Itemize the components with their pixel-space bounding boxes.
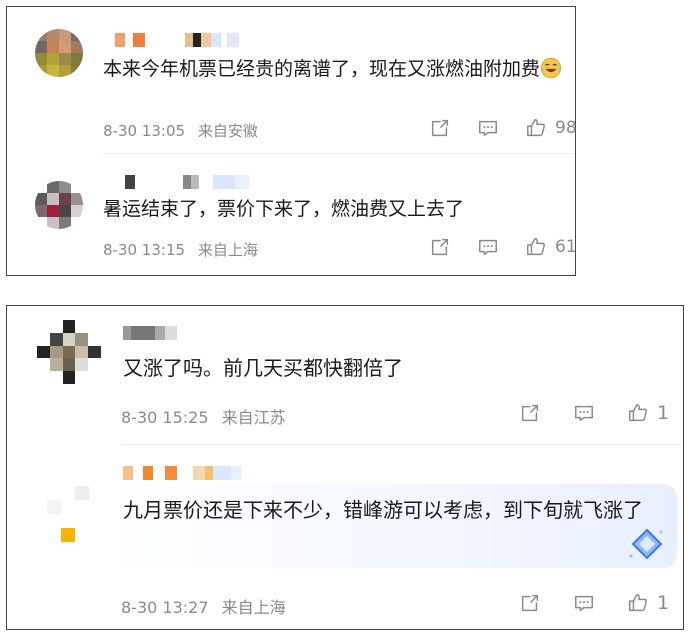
comment-meta: 8-30 13:05 来自安徽 xyxy=(103,120,258,141)
comment-actions: 98 xyxy=(427,115,577,141)
like-count: 1 xyxy=(657,592,670,614)
avatar[interactable] xyxy=(37,320,101,384)
comment-time: 8-30 13:15 xyxy=(103,241,186,259)
username[interactable] xyxy=(115,33,239,47)
comment-text-content: 本来今年机票已经贵的离谱了，现在又涨燃油附加费 xyxy=(103,58,541,80)
share-icon[interactable] xyxy=(517,400,543,426)
share-icon[interactable] xyxy=(427,234,453,260)
divider xyxy=(121,444,683,445)
comment-time: 8-30 13:05 xyxy=(103,122,186,140)
like-count: 61 xyxy=(555,237,577,257)
comment-card-2: 又涨了吗。前几天买都快翻倍了 8-30 15:25 来自江苏 1 九月票价还是下… xyxy=(6,305,684,630)
comment-actions: 61 xyxy=(427,234,577,260)
like-icon[interactable] xyxy=(625,400,651,426)
comment-card-1: 本来今年机票已经贵的离谱了，现在又涨燃油附加费 8-30 13:05 来自安徽 xyxy=(6,6,577,276)
comment-text-content: 又涨了吗。前几天买都快翻倍了 xyxy=(123,356,403,380)
comment-text: 暑运结束了，票价下来了，燃油费又上去了 xyxy=(103,193,563,225)
comment-text: 又涨了吗。前几天买都快翻倍了 xyxy=(123,352,663,384)
like-icon[interactable] xyxy=(523,234,549,260)
username[interactable] xyxy=(123,326,177,340)
comment-icon[interactable] xyxy=(571,590,597,616)
share-icon[interactable] xyxy=(427,115,453,141)
comment-text-content: 九月票价还是下来不少，错峰游可以考虑，到下旬就飞涨了 xyxy=(123,498,643,522)
comment-icon[interactable] xyxy=(475,234,501,260)
like-icon[interactable] xyxy=(625,590,651,616)
comment-actions: 1 xyxy=(517,590,669,616)
comment-location: 来自江苏 xyxy=(221,408,286,427)
avatar[interactable] xyxy=(47,486,103,542)
comment-icon[interactable] xyxy=(571,400,597,426)
like-count: 1 xyxy=(657,402,670,424)
comment-meta: 8-30 13:15 来自上海 xyxy=(103,239,258,260)
divider xyxy=(103,153,575,154)
share-icon[interactable] xyxy=(517,590,543,616)
comment-actions: 1 xyxy=(517,400,669,426)
comment-location: 来自上海 xyxy=(197,241,258,259)
username[interactable] xyxy=(123,466,241,480)
comment-meta: 8-30 13:27 来自上海 xyxy=(121,594,286,618)
comment-time: 8-30 13:27 xyxy=(121,598,209,617)
like-count: 98 xyxy=(555,118,577,138)
like-icon[interactable] xyxy=(523,115,549,141)
ai-sparkle-icon[interactable] xyxy=(625,526,665,562)
username[interactable] xyxy=(125,175,249,189)
comment-icon[interactable] xyxy=(475,115,501,141)
comment-location: 来自上海 xyxy=(221,598,286,617)
comment-text: 九月票价还是下来不少，错峰游可以考虑，到下旬就飞涨了 xyxy=(123,492,663,528)
comment-meta: 8-30 15:25 来自江苏 xyxy=(121,404,286,428)
comment-text-content: 暑运结束了，票价下来了，燃油费又上去了 xyxy=(103,198,465,220)
comment-location: 来自安徽 xyxy=(197,122,258,140)
avatar[interactable] xyxy=(35,29,83,77)
avatar[interactable] xyxy=(35,181,83,229)
laughing-crying-emoji-icon xyxy=(540,57,562,79)
comment-time: 8-30 15:25 xyxy=(121,408,209,427)
comment-text: 本来今年机票已经贵的离谱了，现在又涨燃油附加费 xyxy=(103,53,563,85)
